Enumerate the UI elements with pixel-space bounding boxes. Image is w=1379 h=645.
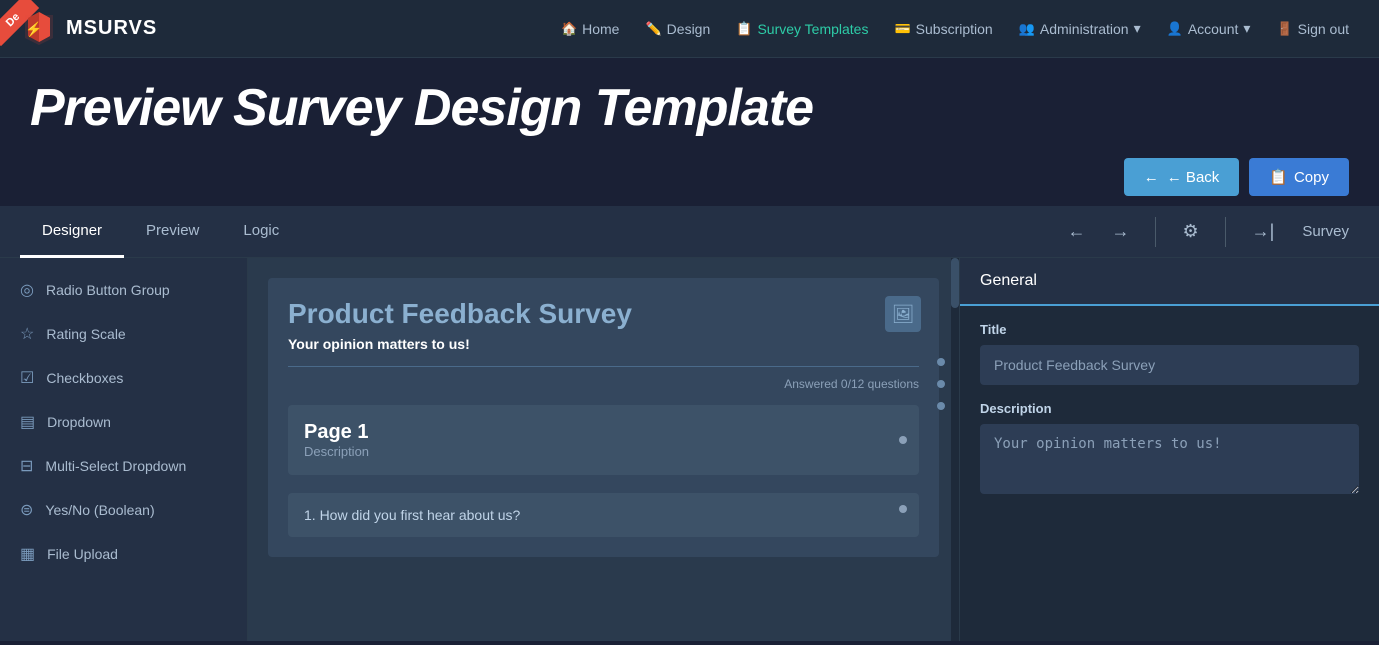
sidebar-item-multiselect[interactable]: ⊟ Multi-Select Dropdown: [0, 444, 247, 488]
designer-actions: ← → ⚙ →| Survey: [1059, 217, 1359, 247]
svg-text:⚡: ⚡: [25, 21, 42, 38]
scrollbar-thumb: [951, 258, 959, 308]
header-actions: ← ← Back 📋 Copy: [0, 148, 1379, 206]
dropdown-icon: ▤: [20, 412, 35, 432]
sidebar-item-dropdown[interactable]: ▤ Dropdown: [0, 400, 247, 444]
panel-general-header: General: [960, 258, 1379, 306]
divider2: [1225, 217, 1226, 247]
signout-icon: 🚪: [1276, 21, 1292, 37]
undo-button[interactable]: ←: [1059, 217, 1093, 246]
logo-icon: ⚡: [20, 10, 58, 48]
scrollbar-track: [951, 258, 959, 641]
multiselect-icon: ⊟: [20, 456, 33, 476]
sidebar-item-radio[interactable]: ◎ Radio Button Group: [0, 268, 247, 312]
templates-icon: 📋: [736, 21, 752, 37]
question-section[interactable]: 1. How did you first hear about us?: [288, 493, 919, 537]
survey-divider: [288, 366, 919, 367]
answered-text: Answered 0/12 questions: [288, 377, 919, 391]
sidebar: ◎ Radio Button Group ☆ Rating Scale ☑ Ch…: [0, 258, 248, 641]
chevron-down-icon: ▾: [1134, 20, 1141, 37]
question-text: 1. How did you first hear about us?: [304, 507, 903, 523]
page-section[interactable]: Page 1 Description: [288, 405, 919, 475]
checkbox-icon: ☑: [20, 368, 34, 388]
side-dot-3: [937, 402, 945, 410]
tab-designer[interactable]: Designer: [20, 206, 124, 258]
sidebar-item-yesno[interactable]: ⊜ Yes/No (Boolean): [0, 488, 247, 532]
nav-signout[interactable]: 🚪 Sign out: [1266, 15, 1359, 43]
page-header: Preview Survey Design Template: [0, 58, 1379, 148]
nav-survey-templates[interactable]: 📋 Survey Templates: [726, 15, 878, 43]
expand-button[interactable]: →|: [1244, 217, 1283, 246]
main-layout: ◎ Radio Button Group ☆ Rating Scale ☑ Ch…: [0, 258, 1379, 641]
survey-card: Product Feedback Survey Your opinion mat…: [268, 278, 939, 557]
right-panel: General Title Description Your opinion m…: [959, 258, 1379, 641]
title-input[interactable]: [980, 345, 1359, 385]
side-dot-2: [937, 380, 945, 388]
survey-card-subtitle: Your opinion matters to us!: [288, 336, 919, 352]
sidebar-item-rating[interactable]: ☆ Rating Scale: [0, 312, 247, 356]
logo-text: MSURVS: [66, 17, 157, 40]
side-dots: [937, 358, 945, 410]
design-icon: ✏️: [645, 21, 661, 37]
copy-button[interactable]: 📋 Copy: [1249, 158, 1349, 196]
page-title: Preview Survey Design Template: [30, 78, 1349, 138]
logo[interactable]: ⚡ MSURVS: [20, 10, 157, 48]
canvas-area: Product Feedback Survey Your opinion mat…: [248, 258, 959, 641]
description-input[interactable]: Your opinion matters to us!: [980, 424, 1359, 494]
nav-home[interactable]: 🏠 Home: [551, 15, 630, 43]
nav-administration[interactable]: 👥 Administration ▾: [1009, 14, 1151, 43]
account-icon: 👤: [1167, 21, 1183, 37]
dot-indicator-1: [899, 436, 907, 444]
page1-title: Page 1: [304, 421, 903, 444]
navbar: ⚡ MSURVS 🏠 Home ✏️ Design 📋 Survey Templ…: [0, 0, 1379, 58]
nav-design[interactable]: ✏️ Design: [635, 15, 720, 43]
designer-bar: Designer Preview Logic ← → ⚙ →| Survey: [0, 206, 1379, 258]
survey-card-title: Product Feedback Survey: [288, 298, 919, 330]
nav-subscription[interactable]: 💳 Subscription: [884, 15, 1002, 43]
tab-preview[interactable]: Preview: [124, 206, 221, 258]
image-icon: 🖼: [885, 296, 921, 332]
page1-desc: Description: [304, 444, 903, 459]
yesno-icon: ⊜: [20, 500, 33, 520]
back-icon: ←: [1144, 169, 1159, 186]
description-label: Description: [980, 401, 1359, 416]
dot-indicator-2: [899, 505, 907, 513]
nav-account[interactable]: 👤 Account ▾: [1157, 14, 1261, 43]
subscription-icon: 💳: [894, 21, 910, 37]
divider: [1155, 217, 1156, 247]
fileupload-icon: ▦: [20, 544, 35, 564]
star-icon: ☆: [20, 324, 34, 344]
sidebar-item-fileupload[interactable]: ▦ File Upload: [0, 532, 247, 576]
sidebar-item-checkboxes[interactable]: ☑ Checkboxes: [0, 356, 247, 400]
redo-button[interactable]: →: [1103, 217, 1137, 246]
side-dot-1: [937, 358, 945, 366]
survey-label: Survey: [1292, 223, 1359, 240]
nav-links: 🏠 Home ✏️ Design 📋 Survey Templates 💳 Su…: [551, 14, 1359, 43]
radio-icon: ◎: [20, 280, 34, 300]
account-chevron-icon: ▾: [1243, 20, 1250, 37]
back-button[interactable]: ← ← Back: [1124, 158, 1240, 196]
panel-body: Title Description Your opinion matters t…: [960, 306, 1379, 531]
settings-button[interactable]: ⚙: [1174, 217, 1206, 246]
copy-icon: 📋: [1269, 168, 1288, 186]
tab-logic[interactable]: Logic: [221, 206, 301, 258]
home-icon: 🏠: [561, 21, 577, 37]
designer-tabs: Designer Preview Logic: [20, 206, 301, 258]
admin-icon: 👥: [1019, 21, 1035, 37]
title-label: Title: [980, 322, 1359, 337]
